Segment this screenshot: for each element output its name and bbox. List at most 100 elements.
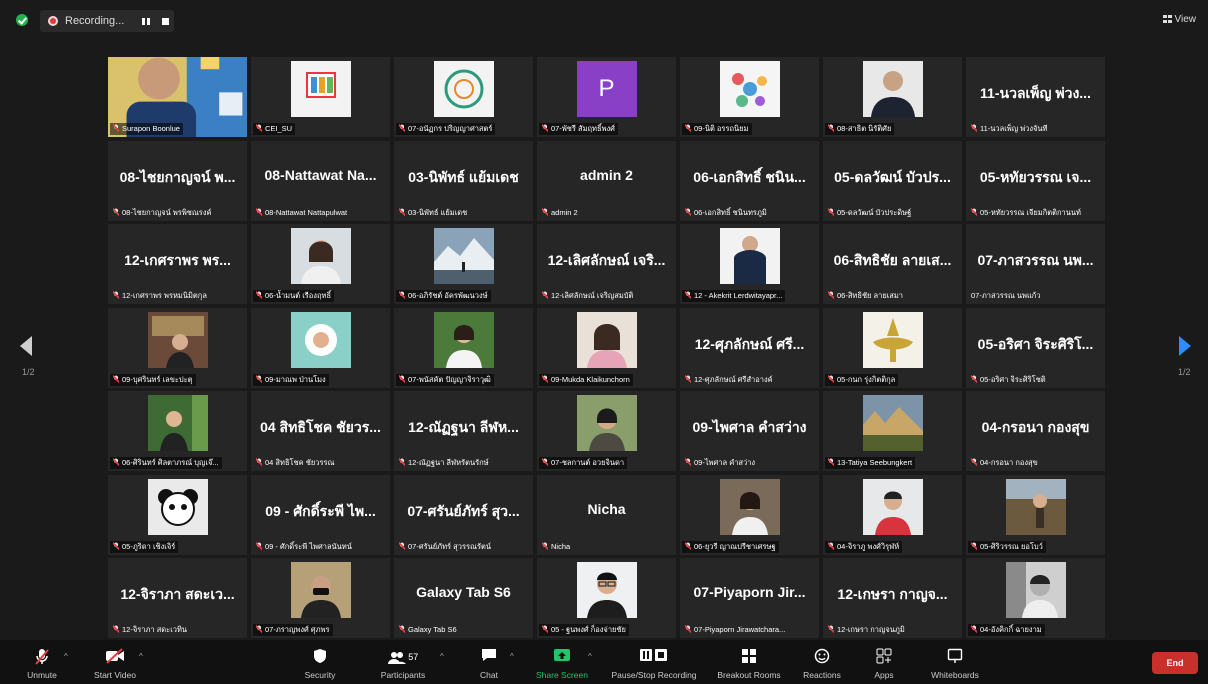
whiteboards-button[interactable]: Whiteboards [922,640,988,684]
participant-tile[interactable]: 11-นวลเพ็ญ พ่วง... 11-นวลเพ็ญ พ่วงจันที [966,57,1105,137]
participant-tile[interactable]: 04-อังคิกกิ์ ฉายงาม [966,558,1105,638]
muted-mic-icon [828,374,834,383]
participant-tile[interactable]: 12-เกศราพร พร... 12-เกศราพร พรหมนิมิตกุล [108,224,247,304]
participant-tile[interactable]: 12-เลิศลักษณ์ เจริ... 12-เลิศลักษณ์ เจริญ… [537,224,676,304]
participant-tile[interactable]: 07-Piyaporn Jir... 07-Piyaporn Jirawatcha… [680,558,819,638]
apps-button[interactable]: Apps [866,640,902,684]
muted-mic-icon [113,124,119,132]
participant-tile[interactable]: 05-ศิริวรรณ ยอโบว์ [966,474,1105,555]
participant-tile[interactable]: 06-น้ำมนต์ เรืองฤทธิ์ [251,224,390,304]
participant-tile[interactable]: Nicha Nicha [537,474,676,555]
participant-tile[interactable]: 07-ภราญพงศ์ ศุภพร [251,558,390,638]
participant-tile[interactable]: 06-สิทธิชัย ลายเส... 06-สิทธิชัย ลายเสมา [823,224,962,304]
participant-name-text: 04 สิทธิโชค ชัยวรรณ [265,458,335,467]
chat-button[interactable]: Chat [472,640,506,684]
participant-name-label: 09-มาณพ ป่านโมง [253,373,329,386]
previous-page-arrow-icon[interactable] [20,336,32,356]
reactions-button[interactable]: Reactions [798,640,846,684]
participant-tile[interactable]: 12 - Akekrit Lerdwitayapr... [680,224,819,304]
participant-tile[interactable]: 08-สาธิต นิรัติศัย [823,57,962,137]
unmute-label: Unmute [27,670,57,680]
breakout-rooms-button[interactable]: Breakout Rooms [712,640,786,684]
participant-name-text: 06-ยุวรี ญาณปรีชาเศรษฐ [694,541,776,551]
participant-tile[interactable]: 06-อภิรัชต์ อัครพัฒนวงษ์ [394,224,533,304]
stop-recording-icon[interactable] [162,18,169,25]
participant-tile[interactable]: Surapon Boonlue [108,57,247,137]
participant-tile[interactable]: 12-จิราภา สดะเว... 12-จิราภา สดะเวทิน [108,558,247,638]
next-page-arrow-icon[interactable] [1179,336,1191,356]
security-shield-icon[interactable] [16,14,28,26]
participant-tile[interactable]: 12-เกษรา กาญจ... 12-เกษรา กาญจนภูมิ [823,558,962,638]
participant-tile[interactable]: 07-อนัฏกร ปริญญาศาสตร์ [394,57,533,137]
participant-tile[interactable]: 04 สิทธิโชค ชัยวร... 04 สิทธิโชค ชัยวรรณ [251,391,390,471]
participant-tile[interactable]: 12-ศุภลักษณ์ ศรี... 12-ศุภลักษณ์ ศรีสำอาง… [680,307,819,388]
security-button[interactable]: Security [298,640,342,684]
smiley-icon [798,648,846,666]
participant-name-text: Surapon Boonlue [122,124,180,133]
audio-options-caret-icon[interactable]: ^ [64,652,68,661]
participant-name-text: 09-Mukda Klaikunchorn [551,374,630,384]
participant-name-label: 07-Piyaporn Jirawatchara... [682,624,788,636]
pause-stop-recording-button[interactable]: Pause/Stop Recording [604,640,704,684]
participant-name-label: 08-สาธิต นิรัติศัย [825,123,895,135]
participant-tile[interactable]: Galaxy Tab S6 Galaxy Tab S6 [394,558,533,638]
participant-name-text: 12-เกศราพร พรหมนิมิตกุล [122,291,207,300]
participant-tile[interactable]: 05-หทัยวรรณ เจ... 05-หทัยวรรณ เจียมกิตติก… [966,140,1105,221]
participant-tile[interactable]: 09-นิติ อรรถนิยม [680,57,819,137]
share-screen-button[interactable]: Share Screen [532,640,592,684]
muted-mic-icon [542,124,548,132]
participant-tile[interactable]: 07-ชลกานต์ อวยจินดา [537,391,676,471]
muted-mic-icon [113,625,119,633]
participant-tile[interactable]: 06-ยุวรี ญาณปรีชาเศรษฐ [680,474,819,555]
unmute-button[interactable]: Unmute [22,640,62,684]
participant-tile[interactable]: 09-Mukda Klaikunchorn [537,307,676,388]
participant-tile[interactable]: 09 - ศักดิ์ระพี ไพ... 09 - ศักดิ์ระพี ไพศ… [251,474,390,555]
participant-tile[interactable]: 06-เอกสิทธิ์ ชนิน... 06-เอกสิทธิ์ ชนินทรภ… [680,140,819,221]
participant-tile[interactable]: 07-ภาสวรรณ นพ... 07-ภาสวรรณ นพแก้ว [966,224,1105,304]
participant-name-label: Nicha [539,541,573,553]
participant-tile[interactable]: 08-Nattawat Na... 08-Nattawat Nattapulwat [251,140,390,221]
end-meeting-button[interactable]: End [1152,652,1198,674]
participant-name-label: 09-บุศรินทร์ เลขะปะตุ [110,373,196,386]
pause-recording-icon[interactable] [140,17,154,25]
participants-caret-icon[interactable]: ^ [440,652,444,661]
start-video-button[interactable]: Start Video [88,640,142,684]
share-caret-icon[interactable]: ^ [588,652,592,661]
view-button[interactable]: View [1162,14,1196,25]
participant-display-name: 12-ศุภลักษณ์ ศรี... [694,335,805,352]
participant-tile[interactable]: 07-พนัสคัต ปัญญาจิราวุฒิ [394,307,533,388]
participant-tile[interactable]: 05-ภูริดา เชิงเจิร์ [108,474,247,555]
participant-tile[interactable]: 03-นิพัทธ์ แย้มเดช 03-นิพัทธ์ แย้มเดช [394,140,533,221]
participant-tile[interactable]: 05-กนก รุ่งกิตติกุล [823,307,962,388]
participant-display-name: 12-ณัฏฐนา ลีฬห... [408,419,519,435]
participant-name-text: 12-ณัฏฐนา ลีฬหรัตนรักษ์ [408,458,489,467]
muted-mic-icon [971,541,977,550]
chat-caret-icon[interactable]: ^ [510,652,514,661]
participants-button[interactable]: 57 Participants [374,640,432,684]
participant-tile[interactable]: 07-ศรันย์ภัทร์ สุว... 07-ศรันย์ภัทร์ สุวร… [394,474,533,555]
participant-tile[interactable]: 05-ดลวัฒน์ บัวปร... 05-ดลวัฒน์ บัวประดิษฐ… [823,140,962,221]
participant-tile[interactable]: 08-ไชยกาญจน์ พ... 08-ไชยกาญจน์ พรพิชณรงค์ [108,140,247,221]
participant-tile[interactable]: 06-ศิรินทร์ ศิลตาภรณ์ บุญเจ๊... [108,391,247,471]
video-options-caret-icon[interactable]: ^ [139,652,143,661]
participant-tile[interactable]: 05-อริศา จิระศิริโ... 05-อริศา จิระศิริโช… [966,307,1105,388]
participant-tile[interactable]: 09-มาณพ ป่านโมง [251,307,390,388]
pause-stop-icon [604,648,704,666]
participant-name-text: 04-อังคิกกิ์ ฉายงาม [980,625,1042,634]
participant-name-text: 05 - ฐนพงศ์ ก็องจ่ายชัย [551,625,626,634]
participant-tile[interactable]: 05 - ฐนพงศ์ ก็องจ่ายชัย [537,558,676,638]
participant-tile[interactable]: CEI_SU [251,57,390,137]
participant-tile[interactable]: 09-ไพศาล คำสว่าง 09-ไพศาล คำสว่าง [680,391,819,471]
participant-tile[interactable]: 12-ณัฏฐนา ลีฬห... 12-ณัฏฐนา ลีฬหรัตนรักษ์ [394,391,533,471]
participant-tile[interactable]: P 07-พัชรี สัมฤทธิ์พงศ์ [537,57,676,137]
participant-name-label: 06-ศิรินทร์ ศิลตาภรณ์ บุญเจ๊... [110,457,222,469]
participant-tile[interactable]: admin 2 admin 2 [537,140,676,221]
participant-display-name: 12-เกศราพร พร... [124,252,231,268]
participant-name-text: 05-ศิริวรรณ ยอโบว์ [980,541,1043,551]
participant-tile[interactable]: 04-กรอนา กองสุข 04-กรอนา กองสุข [966,391,1105,471]
muted-mic-icon [971,124,977,132]
participant-tile[interactable]: 04-จิราภู พงศ์วิรุฬห์ [823,474,962,555]
participant-tile[interactable]: 09-บุศรินทร์ เลขะปะตุ [108,307,247,388]
participant-tile[interactable]: 13-Tatiya Seebungkert [823,391,962,471]
muted-mic-icon [685,124,691,132]
